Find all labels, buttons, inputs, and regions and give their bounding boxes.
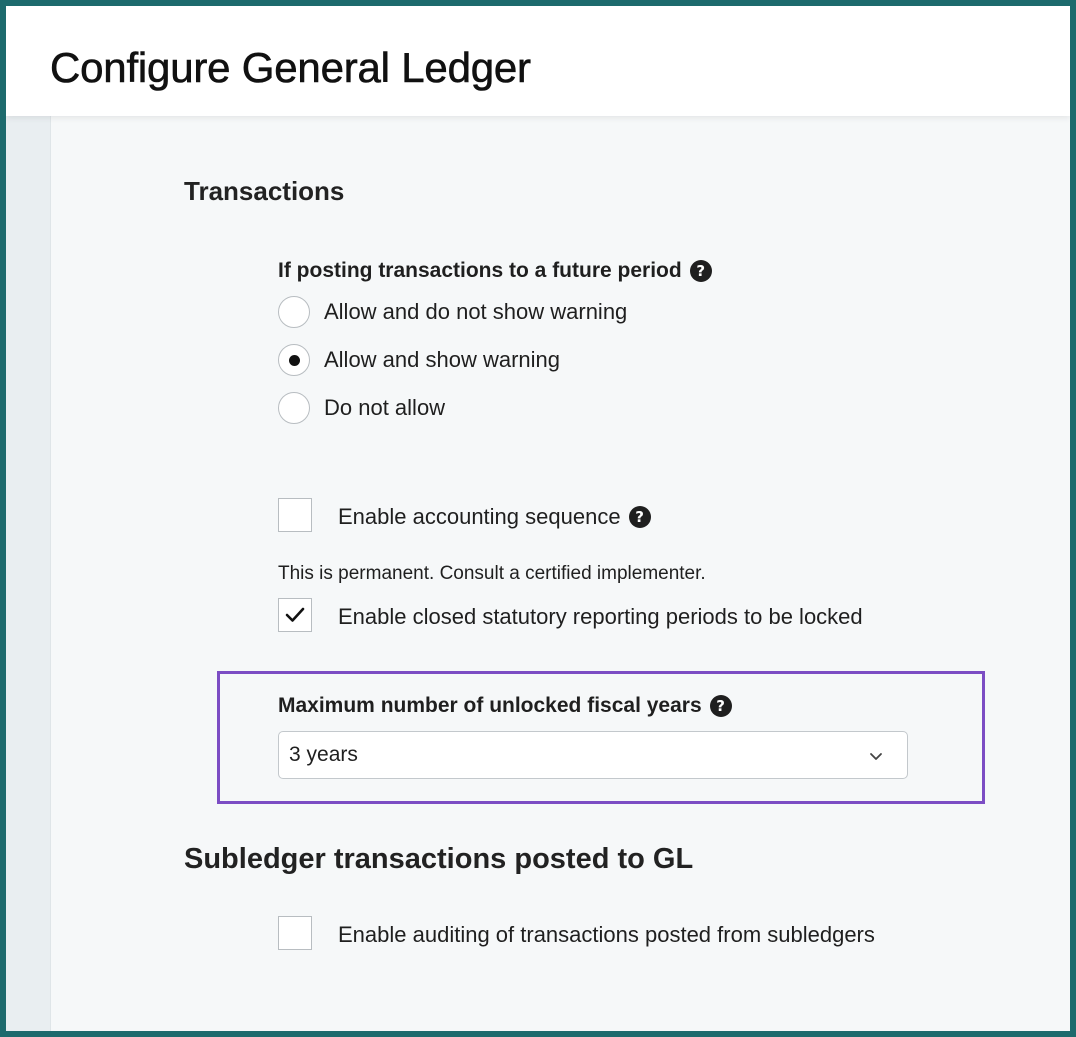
unlocked-years-label-text: Maximum number of unlocked fiscal years — [278, 694, 702, 717]
closed-periods-checkbox[interactable] — [278, 598, 312, 632]
accounting-sequence-checkbox[interactable] — [278, 498, 312, 532]
unlocked-years-selected-value: 3 years — [289, 743, 358, 766]
page-header: Configure General Ledger — [6, 6, 1070, 116]
radio-option-label: Allow and do not show warning — [324, 299, 628, 324]
accounting-sequence-label-wrap: Enable accounting sequence ? — [338, 498, 651, 536]
radio-option-label: Allow and show warning — [324, 347, 561, 372]
help-icon[interactable]: ? — [628, 506, 651, 528]
settings-content: Transactions If posting transactions to … — [51, 116, 1070, 1031]
help-icon[interactable]: ? — [689, 260, 712, 282]
radio-dot-icon — [288, 354, 300, 366]
section-title-subledger: Subledger transactions posted to GL — [184, 843, 694, 875]
subledger-auditing-checkbox[interactable] — [278, 916, 312, 950]
future-period-label: If posting transactions to a future peri… — [278, 259, 712, 283]
unlocked-years-select[interactable]: 3 years — [278, 731, 908, 779]
permanent-warning-note: This is permanent. Consult a certified i… — [278, 563, 706, 584]
help-icon[interactable]: ? — [709, 695, 732, 717]
checkmark-icon — [285, 607, 305, 622]
accounting-sequence-row[interactable]: Enable accounting sequence ? — [278, 498, 651, 536]
radio-option-label: Do not allow — [324, 395, 446, 420]
section-title-transactions: Transactions — [184, 176, 345, 206]
closed-periods-row[interactable]: Enable closed statutory reporting period… — [278, 598, 918, 636]
accounting-sequence-label: Enable accounting sequence — [338, 504, 621, 529]
page-title: Configure General Ledger — [50, 44, 532, 92]
radio-button-selected[interactable] — [278, 344, 310, 376]
subledger-auditing-row[interactable]: Enable auditing of transactions posted f… — [278, 916, 878, 954]
radio-option-do-not-allow[interactable]: Do not allow — [278, 392, 445, 424]
unlocked-years-label: Maximum number of unlocked fiscal years … — [278, 694, 732, 718]
radio-button[interactable] — [278, 296, 310, 328]
radio-option-allow-warning[interactable]: Allow and show warning — [278, 344, 560, 376]
subledger-auditing-label: Enable auditing of transactions posted f… — [338, 922, 875, 947]
settings-window: Configure General Ledger Transactions If… — [0, 0, 1076, 1037]
radio-button[interactable] — [278, 392, 310, 424]
future-period-label-text: If posting transactions to a future peri… — [278, 259, 682, 282]
closed-periods-label: Enable closed statutory reporting period… — [338, 604, 863, 629]
left-rail — [6, 116, 51, 1031]
chevron-down-icon — [869, 743, 883, 767]
radio-option-allow-no-warning[interactable]: Allow and do not show warning — [278, 296, 627, 328]
